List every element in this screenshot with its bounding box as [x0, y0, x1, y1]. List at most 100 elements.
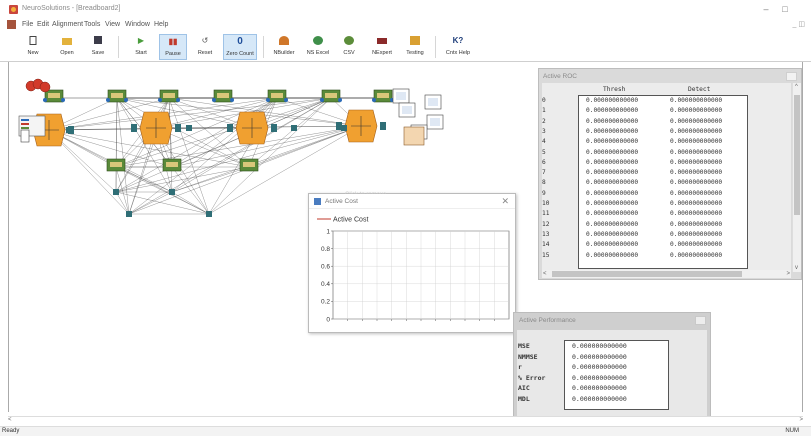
menu-help[interactable]: Help: [154, 21, 168, 28]
cost-close-icon[interactable]: ✕: [501, 196, 509, 207]
connection-wire: [48, 129, 210, 215]
scroll-up-icon[interactable]: ^: [795, 84, 798, 90]
mdi-controls[interactable]: _ ◫: [793, 20, 805, 28]
roc-thresh-value: 0.000000000000: [586, 158, 639, 166]
save-button[interactable]: Save: [86, 34, 110, 60]
performance-value: 0.000000000000: [572, 373, 627, 382]
scroll-left-icon[interactable]: <: [8, 417, 12, 423]
chart-window-icon: [314, 198, 321, 205]
status-text: Ready: [2, 428, 20, 434]
reset-button[interactable]: ↺ Reset: [194, 34, 216, 60]
roc-close-button[interactable]: [786, 72, 797, 81]
menu-alignment[interactable]: Alignment: [52, 21, 83, 28]
connector-node-icon: [186, 125, 192, 131]
roc-detect-value: 0.000000000000: [670, 230, 723, 238]
roc-detect-value: 0.000000000000: [670, 138, 723, 146]
roc-thresh-value: 0.000000000000: [586, 107, 639, 115]
roc-thresh-value: 0.000000000000: [586, 117, 639, 125]
y-tick-label: 0.2: [321, 299, 330, 306]
performance-value: 0.000000000000: [572, 363, 627, 371]
roc-row-index: 12: [542, 220, 550, 228]
menu-bar: File Edit Alignment Tools View Window He…: [0, 18, 811, 32]
testing-button[interactable]: Testing: [401, 34, 429, 60]
data-probe-icon[interactable]: [20, 129, 30, 143]
performance-value: 0.000000000000: [572, 384, 627, 392]
connector-node-icon: [341, 125, 347, 131]
roc-scroll-thumb[interactable]: [794, 95, 800, 215]
cost-probe-icon[interactable]: [403, 126, 425, 146]
title-bar: NeuroSolutions - [Breadboard2] – □: [0, 0, 811, 18]
restore-icon[interactable]: □: [779, 4, 791, 14]
performance-panel: MSE 0.000000000000 NMMSE 0.000000000000 r 0.0…: [517, 330, 707, 420]
menu-tools[interactable]: Tools: [84, 21, 100, 28]
nexpert-button[interactable]: NExpert: [368, 34, 396, 60]
menu-window[interactable]: Window: [125, 21, 150, 28]
file-stripe-icon: [21, 119, 29, 121]
minimize-icon[interactable]: –: [760, 4, 772, 14]
document-menu-icon[interactable]: [7, 20, 16, 29]
roc-row-index: 6: [542, 158, 546, 166]
scroll-left-icon[interactable]: <: [543, 271, 547, 277]
roc-detect-value: 0.000000000000: [670, 179, 723, 187]
menu-file[interactable]: File: [22, 21, 33, 28]
zero-count-button[interactable]: 0 Zero Count: [223, 34, 257, 60]
new-button[interactable]: New: [22, 34, 44, 60]
start-button[interactable]: ▶ Start: [130, 34, 152, 60]
roc-row-index: 10: [542, 200, 550, 207]
ns-excel-button[interactable]: NS Excel: [304, 34, 332, 60]
scroll-right-icon[interactable]: >: [799, 417, 803, 423]
roc-thresh-value: 0.000000000000: [586, 251, 639, 259]
roc-row-index: 8: [542, 179, 546, 187]
roc-hscroll-thumb[interactable]: [552, 271, 742, 277]
connector-icon: [284, 98, 288, 102]
workspace-horizontal-scrollbar[interactable]: < >: [8, 416, 803, 424]
scroll-down-icon[interactable]: v: [795, 265, 798, 271]
roc-detect-value: 0.000000000000: [670, 169, 723, 177]
open-button[interactable]: Open: [55, 34, 79, 60]
roc-thresh-value: 0.000000000000: [586, 210, 639, 218]
connector-icon: [124, 98, 128, 102]
input-file-icon[interactable]: [39, 81, 51, 93]
synapse-label-icon: [243, 162, 255, 167]
menu-view[interactable]: View: [105, 21, 120, 28]
menu-edit[interactable]: Edit: [37, 21, 49, 28]
connector-node-icon: [206, 211, 212, 217]
status-bar: Ready NUM: [0, 426, 811, 436]
roc-row-index: 3: [542, 127, 546, 135]
roc-detect-value: 0.000000000000: [670, 117, 723, 125]
ns-excel-icon: [313, 36, 323, 45]
roc-vertical-scrollbar[interactable]: ^ v: [792, 83, 801, 272]
connector-node-icon: [66, 127, 72, 133]
context-help-button[interactable]: K? Cntx Help: [442, 34, 474, 60]
nexpert-icon: [377, 38, 387, 44]
roc-thresh-value: 0.000000000000: [586, 127, 639, 135]
performance-label: MSE: [518, 342, 530, 350]
active-roc-window[interactable]: Active ROC Thresh Detect 0 0.000000000000…: [538, 68, 802, 280]
roc-detect-value: 0.000000000000: [670, 220, 723, 228]
roc-panel: Thresh Detect 0 0.000000000000 0.000000000…: [542, 83, 791, 272]
roc-horizontal-scrollbar[interactable]: < >: [542, 270, 791, 278]
roc-row-index: 9: [542, 189, 546, 197]
connector-node-icon: [126, 211, 132, 217]
roc-row-index: 11: [542, 210, 550, 218]
csv-button[interactable]: CSV: [338, 34, 360, 60]
connection-wire: [171, 125, 362, 193]
roc-thresh-value: 0.000000000000: [586, 220, 639, 228]
testing-icon: [410, 36, 420, 45]
roc-row-index: 13: [542, 230, 550, 238]
nbuilder-button[interactable]: NBuilder: [270, 34, 298, 60]
roc-title: Active ROC: [543, 73, 577, 80]
scroll-right-icon[interactable]: >: [786, 271, 790, 277]
cost-titlebar[interactable]: Active Cost ✕: [309, 194, 515, 209]
performance-close-button[interactable]: [695, 316, 706, 325]
connector-icon: [61, 98, 65, 102]
toolbar-separator: [263, 36, 264, 58]
save-disk-icon: [94, 36, 102, 44]
roc-thresh-value: 0.000000000000: [586, 230, 639, 238]
connector-icon: [158, 98, 162, 102]
active-performance-window[interactable]: Active Performance MSE 0.000000000000 NMMS…: [513, 312, 711, 424]
app-icon: [9, 5, 18, 14]
pause-button[interactable]: ▮▮ Pause: [159, 34, 187, 60]
active-cost-window[interactable]: Click to remove Active Cost ✕ Active Cos…: [308, 192, 516, 333]
y-tick-label: 0.8: [321, 246, 330, 253]
